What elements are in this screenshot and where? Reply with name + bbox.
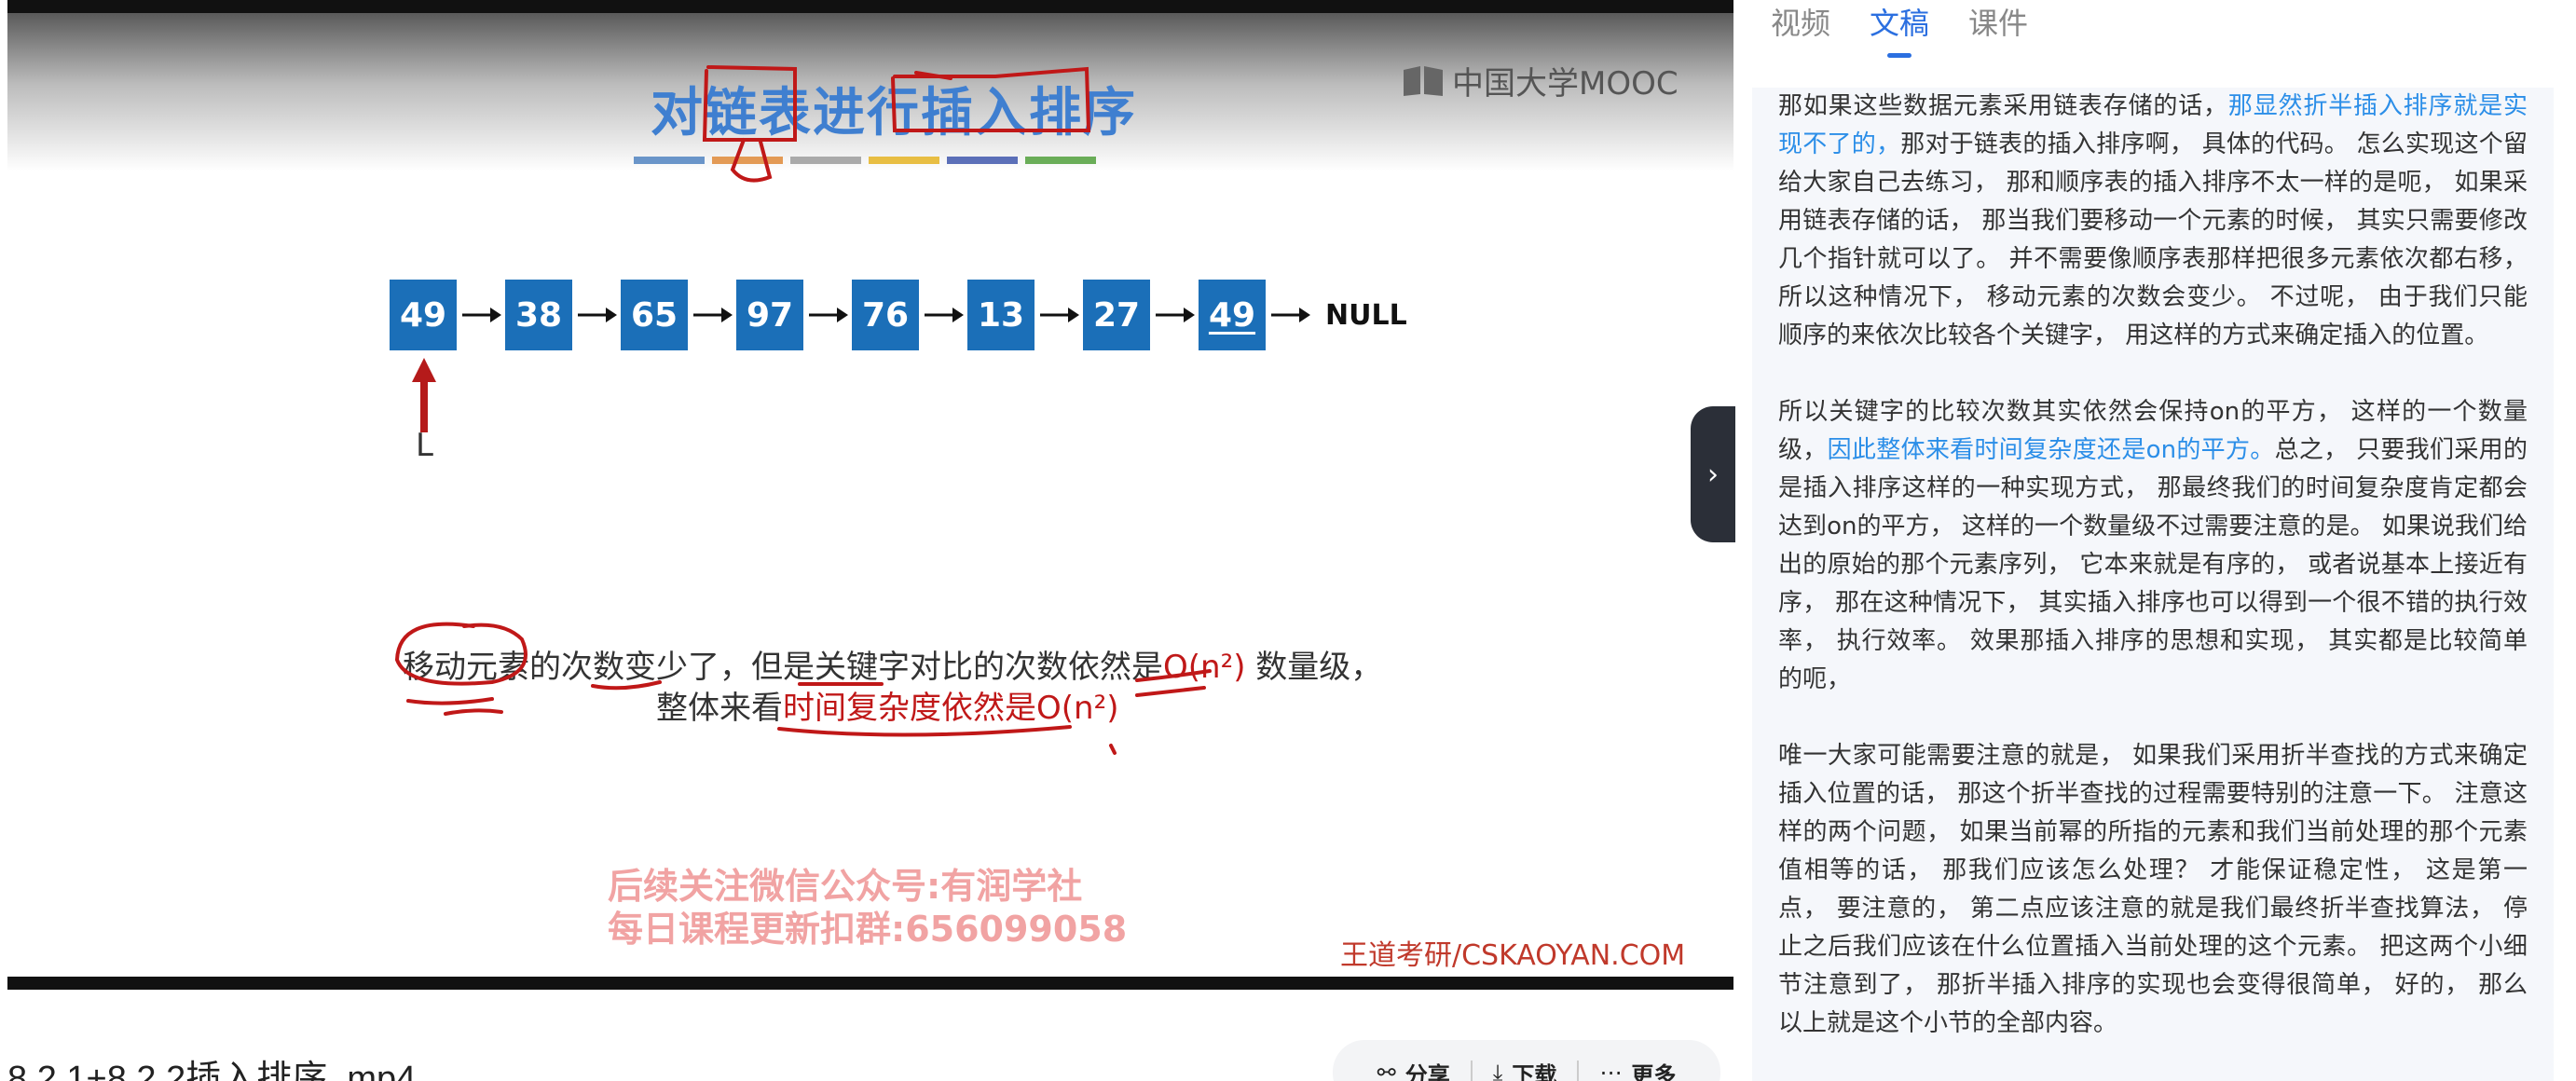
transcript-paragraph: 那如果这些数据元素采用链表存储的话，那显然折半插入排序就是实现不了的，那对于链表… [1778, 88, 2528, 355]
slide-title: 对链表进行插入排序 [651, 83, 1137, 144]
promo-line-1: 后续关注微信公众号:有润学社 [608, 866, 1083, 907]
list-node-value: 49 [1208, 295, 1256, 335]
video-title: 8.2.1+8.2.2插入排序 .mp4 [7, 1060, 417, 1081]
transcript-paragraph: 唯一大家可能需要注意的就是， 如果我们采用折半查找的方式来确定插入位置的话， 那… [1778, 737, 2528, 1043]
list-node: 38 [505, 280, 572, 350]
transcript-text: 总之， 只要我们采用的是插入排序这样的一种实现方式， 那最终我们的时间复杂度肯定… [1778, 436, 2528, 693]
download-button[interactable]: ⤓ 下载 [1493, 1057, 1557, 1081]
head-pointer-arrow [412, 358, 436, 432]
list-node: 49 [390, 280, 457, 350]
download-icon: ⤓ [1492, 1060, 1503, 1081]
list-node-value: 65 [630, 295, 678, 335]
list-node: 27 [1083, 280, 1150, 350]
note-moved-elements: 移动元素 [403, 649, 529, 686]
note-text-a: 的次数变少了，但是关键字对比的次数依然是 [529, 649, 1163, 686]
transcript-text: 那对于链表的插入排序啊， 具体的代码。 怎么实现这个留给大家自己去练习， 那和顺… [1778, 130, 2528, 349]
list-node-value: 13 [977, 295, 1025, 335]
download-label: 下载 [1512, 1061, 1557, 1081]
video-bottom-border [7, 977, 1733, 990]
more-button[interactable]: ⋯ 更多 [1599, 1057, 1676, 1081]
mooc-logo-text: 中国大学MOOC [1452, 65, 1679, 103]
list-node-value: 49 [399, 295, 447, 335]
more-icon: ⋯ [1599, 1060, 1623, 1081]
arrow-right-icon [809, 308, 848, 322]
arrow-right-icon [578, 308, 617, 322]
title-stripe [947, 157, 1018, 164]
share-label: 分享 [1404, 1061, 1450, 1081]
transcript-text: 那如果这些数据元素采用链表存储的话， [1778, 92, 2228, 120]
promo-watermark: 后续关注微信公众号:有润学社 每日课程更新扣群:656099058 [608, 865, 1127, 951]
mooc-logo: 中国大学MOOC [1402, 58, 1679, 103]
list-node-value: 27 [1092, 295, 1141, 335]
null-label: NULL [1325, 298, 1407, 332]
transcript-paragraph: 所以关键字的比较次数其实依然会保持on的平方， 这样的一个数量级，因此整体来看时… [1778, 393, 2528, 699]
video-top-border [7, 0, 1733, 13]
wangdao-watermark: 王道考研/CSKAOYAN.COM [1340, 939, 1686, 972]
arrow-right-icon [462, 308, 501, 322]
note-overall: 整体来看 [656, 690, 783, 727]
list-node: 49 [1199, 280, 1266, 350]
share-button[interactable]: ⚯ 分享 [1377, 1057, 1450, 1081]
title-stripe [790, 157, 861, 164]
note-text-b: 数量级， [1245, 649, 1383, 686]
list-node: 76 [852, 280, 919, 350]
arrow-right-icon [1156, 308, 1195, 322]
list-node: 65 [621, 280, 688, 350]
transcript-text: 唯一大家可能需要注意的就是， 如果我们采用折半查找的方式来确定插入位置的话， 那… [1778, 742, 2528, 1037]
note-complexity-b: 时间复杂度依然是O(n²) [783, 690, 1119, 727]
action-divider [1577, 1060, 1580, 1081]
more-label: 更多 [1631, 1061, 1677, 1081]
linked-list-diagram: 49 38 65 97 76 13 27 49 NULL [390, 280, 1407, 350]
tab-video[interactable]: 视频 [1771, 0, 1830, 52]
arrow-right-icon [925, 308, 964, 322]
action-divider [1470, 1060, 1473, 1081]
title-stripes [634, 157, 1096, 164]
video-player[interactable]: 中国大学MOOC 对链表进行插入排序 49 38 65 97 76 13 27 49 NULL … [7, 0, 1733, 990]
book-logo-icon [1404, 65, 1443, 96]
transcript-panel[interactable]: 那如果这些数据元素采用链表存储的话，那显然折半插入排序就是实现不了的，那对于链表… [1752, 88, 2554, 1081]
list-node-value: 38 [514, 295, 563, 335]
title-stripe [712, 157, 783, 164]
list-node-value: 76 [861, 295, 910, 335]
arrow-right-icon [693, 308, 733, 322]
panel-tabs: 视频 文稿 课件 [1771, 0, 2028, 58]
arrow-right-icon [1040, 308, 1079, 322]
note-complexity-a: O(n²) [1163, 649, 1246, 686]
transcript-highlight[interactable]: 因此整体来看时间复杂度还是on的平方。 [1828, 436, 2275, 464]
title-stripe [1025, 157, 1096, 164]
app-root: 中国大学MOOC 对链表进行插入排序 49 38 65 97 76 13 27 49 NULL … [0, 0, 2576, 1081]
slide-note-line-2: 整体来看时间复杂度依然是O(n²) [656, 682, 1118, 728]
head-pointer-label: L [416, 427, 433, 464]
list-node-value: 97 [746, 295, 794, 335]
chevron-right-icon: › [1707, 458, 1719, 491]
video-action-bar: ⚯ 分享 ⤓ 下载 ⋯ 更多 [1333, 1040, 1720, 1081]
collapse-panel-button[interactable]: › [1691, 406, 1735, 542]
arrow-right-icon [1271, 308, 1310, 322]
tab-courseware[interactable]: 课件 [1968, 0, 2028, 52]
slide-note-line-1: 移动元素的次数变少了，但是关键字对比的次数依然是O(n²) 数量级， [403, 641, 1382, 687]
tab-transcript[interactable]: 文稿 [1870, 0, 1929, 58]
share-icon: ⚯ [1377, 1060, 1396, 1081]
list-node: 13 [967, 280, 1035, 350]
title-stripe [869, 157, 939, 164]
list-node: 97 [736, 280, 803, 350]
promo-line-2: 每日课程更新扣群:656099058 [608, 909, 1128, 950]
title-stripe [634, 157, 705, 164]
